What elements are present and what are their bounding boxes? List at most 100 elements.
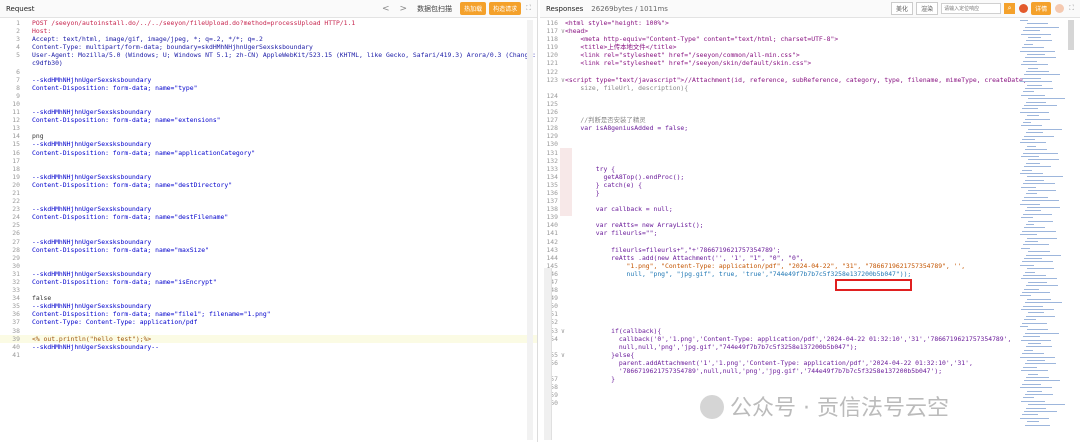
code-line: 12 Content-Disposition: form-data; name="… xyxy=(0,116,537,124)
line-text: POST /seeyon/autoinstall.do/../../seeyon… xyxy=(32,19,356,27)
code-line: 142 xyxy=(540,238,1080,246)
expand-icon[interactable]: ⛶ xyxy=(1069,4,1074,13)
line-number: 127 xyxy=(546,116,558,125)
code-line: 13 xyxy=(0,124,537,132)
line-number: 128 xyxy=(546,124,558,133)
code-line: 119 <title>上传本地文件</title> xyxy=(540,43,1080,51)
code-line: 129 xyxy=(540,132,1080,140)
details-button[interactable]: 详情 xyxy=(1031,2,1052,15)
code-line: 5 User-Agent: Mozilla/5.0 (Windows; U; Wi… xyxy=(0,51,537,59)
minimap-line xyxy=(1024,105,1057,106)
line-text: Content-Disposition: form-data; name="ap… xyxy=(32,148,256,157)
line-text: User-Agent: Mozilla/5.0 (Windows; U; Win… xyxy=(32,51,538,60)
minimap-line xyxy=(1028,373,1038,375)
minimap-line xyxy=(1021,370,1048,372)
code-line: 154 callback('0','1.png','Content-Type: … xyxy=(540,335,1080,343)
code-line: 124 xyxy=(540,92,1080,100)
render-button[interactable]: 渲染 xyxy=(916,2,939,15)
minimap-line xyxy=(1020,417,1049,419)
line-number: 29 xyxy=(12,253,20,262)
minimap-line xyxy=(1028,343,1041,344)
line-text: --skdHMhNHjhnUgerSexsksboundary xyxy=(32,172,152,181)
minimap-line xyxy=(1027,176,1063,178)
minimap-line xyxy=(1023,366,1037,368)
line-text: --skdHMhNHjhnUgerSexsksboundary xyxy=(32,237,152,246)
minimap-line xyxy=(1021,247,1030,249)
minimap-line xyxy=(1022,77,1041,79)
minimap-line xyxy=(1021,64,1048,66)
minimap-line xyxy=(1025,149,1047,151)
minimap-line xyxy=(1020,50,1055,52)
code-line: 141 var fileurls=""; xyxy=(540,229,1080,237)
line-number: 13 xyxy=(12,124,20,133)
code-line: 10 xyxy=(0,100,537,108)
line-text: callback('0','1.png','Content-Type: appl… xyxy=(565,334,1012,343)
line-number: 31 xyxy=(12,269,20,278)
minimap-line xyxy=(1028,67,1038,69)
minimap-line xyxy=(1020,81,1052,83)
minimap-line xyxy=(1028,128,1062,130)
request-code-editor[interactable]: 1 POST /seeyon/autoinstall.do/../../seeyo… xyxy=(0,19,537,442)
build-request-button[interactable]: 构造请求 xyxy=(489,2,522,15)
code-line: 156 parent.addAttachment('1','1.png','Co… xyxy=(540,359,1080,367)
request-scrollbar[interactable] xyxy=(527,20,533,440)
expand-icon[interactable]: ⛶ xyxy=(526,4,531,13)
minimap-line xyxy=(1020,142,1046,144)
line-text: "1.png", "Content-Type: application/pdf"… xyxy=(565,261,966,270)
response-code-editor[interactable]: 116 <html style="height: 100%"> 117 ∨ <head>… xyxy=(540,19,1080,442)
search-icon[interactable]: ⌕ xyxy=(1004,3,1016,14)
code-line: 3 Accept: text/html, image/gif, image/jpe… xyxy=(0,35,537,43)
request-title: Request xyxy=(6,4,35,13)
minimap-line xyxy=(1021,217,1033,219)
minimap-line xyxy=(1022,261,1053,263)
minimap-line xyxy=(1027,237,1057,239)
nav-back-button[interactable]: < xyxy=(382,4,390,14)
line-text: var callback = null; xyxy=(565,205,673,214)
code-line: 17 xyxy=(0,157,537,165)
beautify-button[interactable]: 美化 xyxy=(891,2,914,15)
chrome-icon[interactable] xyxy=(1019,4,1029,13)
line-text: try { xyxy=(565,164,616,173)
nav-forward-button[interactable]: > xyxy=(400,4,408,14)
line-number: 27 xyxy=(12,237,20,246)
code-line: 27 --skdHMhNHjhnUgerSexsksboundary xyxy=(0,238,537,246)
packet-scan-label: 数据包扫描 xyxy=(417,4,453,13)
line-number: 18 xyxy=(12,164,20,173)
code-line: 39 <% out.println("hello test");%> xyxy=(0,334,537,343)
line-number: 15 xyxy=(12,140,20,149)
minimap-line xyxy=(1023,183,1055,185)
code-line: 6 xyxy=(0,68,537,76)
minimap-line xyxy=(1024,227,1045,229)
minimap-line xyxy=(1024,288,1039,290)
response-search-input[interactable] xyxy=(941,3,1002,14)
line-number: 121 xyxy=(546,59,558,68)
minimap-line xyxy=(1025,241,1038,242)
minimap-line xyxy=(1024,196,1048,198)
line-text: null, "png", "jpg.gif", true, 'true',"74… xyxy=(565,269,912,278)
code-line: 130 xyxy=(540,140,1080,148)
line-text: var isA8geniusAdded = false; xyxy=(565,124,689,133)
minimap-line xyxy=(1027,421,1039,423)
minimap-line xyxy=(1026,254,1061,256)
line-text: null,null,'png','jpg.gif',"744e49f7b7b7c… xyxy=(565,342,858,351)
minimap-line xyxy=(1020,20,1028,21)
minimap-line xyxy=(1021,186,1036,188)
response-scrollbar[interactable] xyxy=(1068,20,1074,50)
code-line: 131 xyxy=(540,149,1080,157)
settings-icon[interactable] xyxy=(1055,4,1065,13)
code-line: 153 ∨ if(callback){ xyxy=(540,327,1080,335)
minimap-line xyxy=(1024,258,1042,259)
code-line: 125 xyxy=(540,100,1080,108)
code-line: '7866719621757354789',null,null,'png','j… xyxy=(540,367,1080,375)
line-number: 130 xyxy=(546,140,558,149)
code-line: 37 Content-Type: Content-Type: applicatio… xyxy=(0,318,537,326)
code-line: 148 xyxy=(540,286,1080,294)
response-minimap[interactable] xyxy=(1020,20,1065,442)
line-text: Content-Disposition: form-data; name="is… xyxy=(32,278,217,286)
minimap-line xyxy=(1021,400,1045,402)
hot-load-button[interactable]: 热加载 xyxy=(460,2,487,15)
code-line: 2 Host: xyxy=(0,27,537,35)
minimap-line xyxy=(1023,60,1037,62)
minimap-line xyxy=(1026,132,1043,134)
code-line: 19 --skdHMhNHjhnUgerSexsksboundary xyxy=(0,173,537,181)
